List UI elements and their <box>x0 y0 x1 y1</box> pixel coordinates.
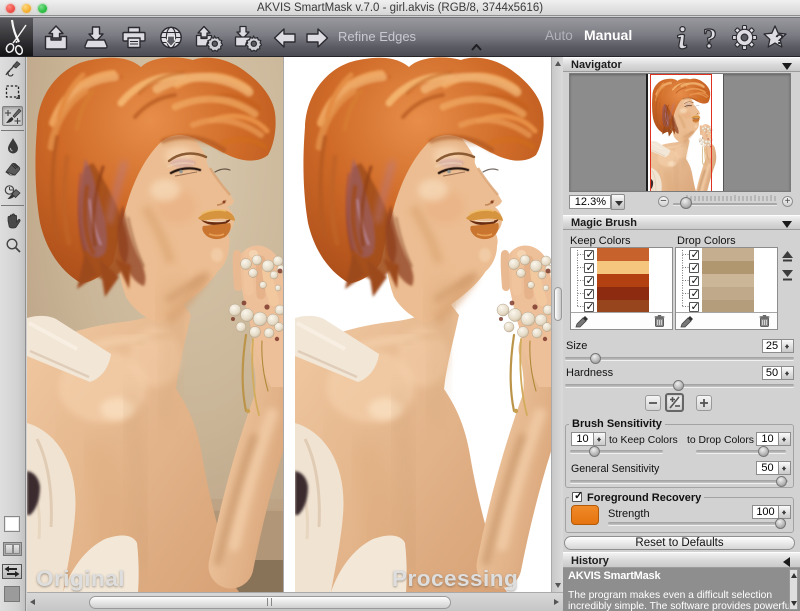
svg-text:?: ? <box>703 25 717 51</box>
svg-text:?: ? <box>775 31 784 48</box>
